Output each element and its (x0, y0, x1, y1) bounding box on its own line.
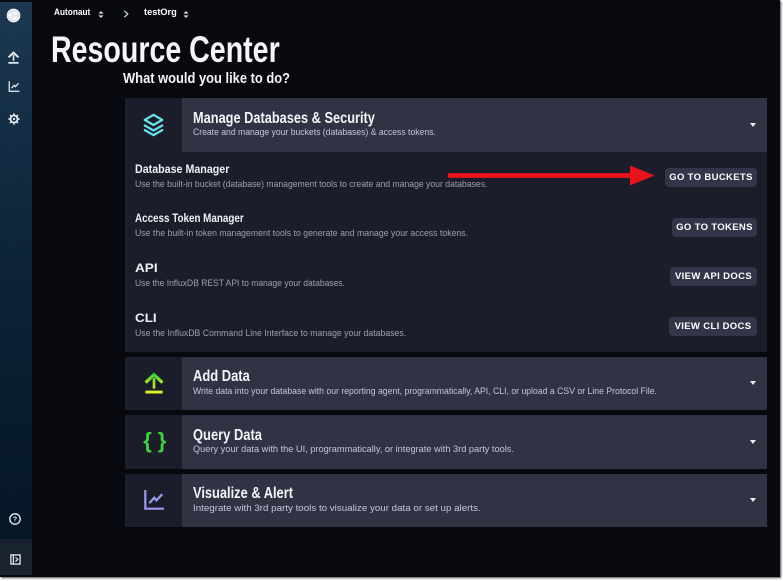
svg-text:?: ? (13, 517, 17, 524)
